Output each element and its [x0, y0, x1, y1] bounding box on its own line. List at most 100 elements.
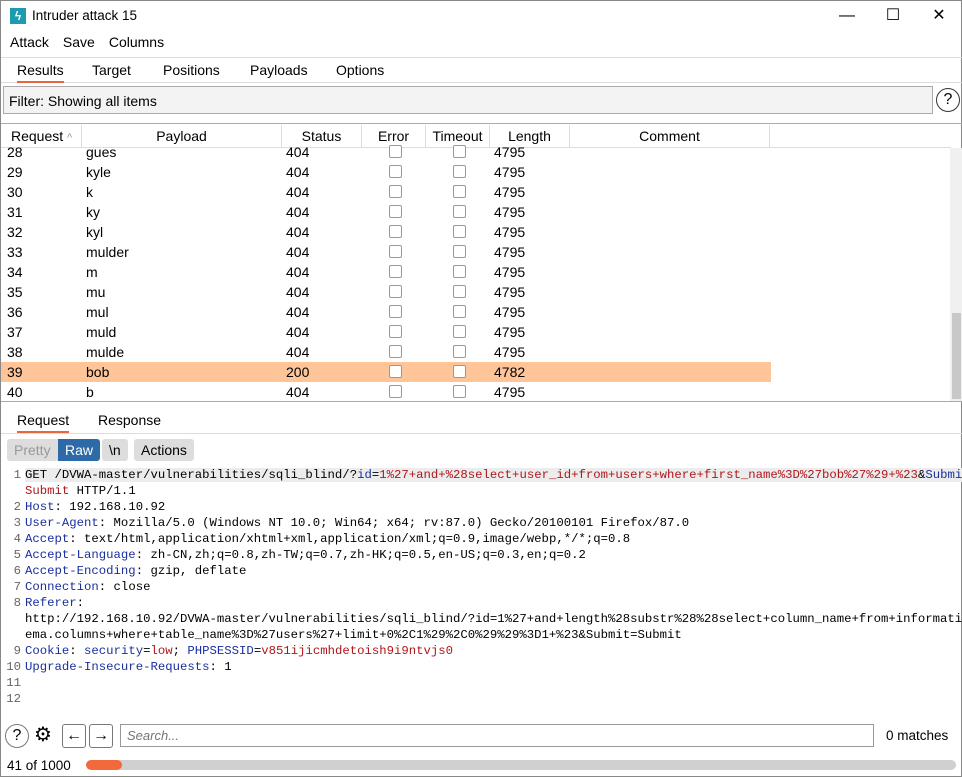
- menu-save[interactable]: Save: [63, 34, 95, 50]
- table-row[interactable]: 36 mul 404 4795: [1, 302, 771, 322]
- cell-payload: m: [86, 264, 98, 280]
- line-number: 5: [13, 548, 21, 562]
- tab-options[interactable]: Options: [336, 62, 384, 78]
- table-row[interactable]: 40 b 404 4795: [1, 382, 771, 401]
- maximize-button[interactable]: ☐: [870, 5, 916, 29]
- cell-request: 29: [7, 164, 23, 180]
- error-checkbox[interactable]: [389, 245, 402, 258]
- timeout-checkbox[interactable]: [453, 205, 466, 218]
- cell-request: 40: [7, 384, 23, 400]
- close-button[interactable]: ✕: [916, 5, 962, 29]
- error-checkbox[interactable]: [389, 145, 402, 158]
- line-number: 7: [13, 580, 21, 594]
- code-token: http://192.168.10.92/DVWA-master/vulnera…: [25, 612, 962, 626]
- filter-bar[interactable]: Filter: Showing all items: [3, 86, 933, 114]
- timeout-checkbox[interactable]: [453, 265, 466, 278]
- code-token: :: [76, 596, 85, 610]
- help-icon[interactable]: ?: [5, 724, 29, 748]
- tab-positions[interactable]: Positions: [163, 62, 220, 78]
- cell-status: 404: [286, 344, 310, 360]
- cell-length: 4795: [494, 284, 526, 300]
- code-line: GET /DVWA-master/vulnerabilities/sqli_bl…: [25, 468, 962, 482]
- timeout-checkbox[interactable]: [453, 225, 466, 238]
- table-row[interactable]: 39 bob 200 4782: [1, 362, 771, 382]
- cell-payload: gues: [86, 144, 117, 160]
- gear-icon[interactable]: ⚙: [31, 724, 55, 748]
- timeout-checkbox[interactable]: [453, 165, 466, 178]
- timeout-checkbox[interactable]: [453, 285, 466, 298]
- timeout-checkbox[interactable]: [453, 245, 466, 258]
- timeout-checkbox[interactable]: [453, 305, 466, 318]
- code-token: Submit: [25, 484, 70, 498]
- table-row[interactable]: 35 mu 404 4795: [1, 282, 771, 302]
- arrow-right-icon[interactable]: →: [89, 724, 113, 748]
- cell-payload: mu: [86, 284, 106, 300]
- table-row[interactable]: 31 ky 404 4795: [1, 202, 771, 222]
- raw-button[interactable]: Raw: [58, 439, 101, 461]
- table-row[interactable]: 32 kyl 404 4795: [1, 222, 771, 242]
- error-checkbox[interactable]: [389, 185, 402, 198]
- cell-request: 33: [7, 244, 23, 260]
- error-checkbox[interactable]: [389, 285, 402, 298]
- timeout-checkbox[interactable]: [453, 325, 466, 338]
- error-checkbox[interactable]: [389, 385, 402, 398]
- table-row[interactable]: 34 m 404 4795: [1, 262, 771, 282]
- timeout-checkbox[interactable]: [453, 345, 466, 358]
- request-editor[interactable]: 1 GET /DVWA-master/vulnerabilities/sqli_b…: [1, 467, 962, 715]
- table-row[interactable]: 38 mulde 404 4795: [1, 342, 771, 362]
- table-row[interactable]: 30 k 404 4795: [1, 182, 771, 202]
- timeout-checkbox[interactable]: [453, 365, 466, 378]
- cell-request: 36: [7, 304, 23, 320]
- error-checkbox[interactable]: [389, 365, 402, 378]
- code-line: http://192.168.10.92/DVWA-master/vulnera…: [25, 612, 962, 626]
- help-icon[interactable]: ?: [936, 88, 960, 112]
- error-checkbox[interactable]: [389, 265, 402, 278]
- cell-payload: ky: [86, 204, 100, 220]
- error-checkbox[interactable]: [389, 325, 402, 338]
- code-line: Connection: close: [25, 580, 150, 594]
- tab-response[interactable]: Response: [98, 412, 161, 428]
- timeout-checkbox[interactable]: [453, 185, 466, 198]
- error-checkbox[interactable]: [389, 205, 402, 218]
- timeout-checkbox[interactable]: [453, 145, 466, 158]
- pretty-button[interactable]: Pretty: [7, 439, 58, 461]
- tab-request[interactable]: Request: [17, 412, 70, 433]
- newline-toggle[interactable]: \n: [102, 439, 128, 461]
- tab-payloads[interactable]: Payloads: [250, 62, 308, 78]
- search-input[interactable]: [120, 724, 874, 747]
- timeout-checkbox[interactable]: [453, 385, 466, 398]
- error-checkbox[interactable]: [389, 165, 402, 178]
- tab-results[interactable]: Results: [17, 62, 64, 83]
- code-token: Accept-Language: [25, 548, 136, 562]
- code-line: Accept-Language: zh-CN,zh;q=0.8,zh-TW;q=…: [25, 548, 586, 562]
- menu-bar: Attack Save Columns: [1, 34, 169, 56]
- code-line: Upgrade-Insecure-Requests: 1: [25, 660, 232, 674]
- error-checkbox[interactable]: [389, 345, 402, 358]
- table-row[interactable]: 33 mulder 404 4795: [1, 242, 771, 262]
- code-token: : Mozilla/5.0 (Windows NT 10.0; Win64; x…: [98, 516, 690, 530]
- code-token: Upgrade-Insecure-Requests: [25, 660, 210, 674]
- table-row[interactable]: 28 gues 404 4795: [1, 142, 771, 162]
- scrollbar-thumb[interactable]: [952, 313, 961, 399]
- error-checkbox[interactable]: [389, 225, 402, 238]
- tab-target[interactable]: Target: [92, 62, 131, 78]
- code-token: id: [357, 468, 372, 482]
- minimize-button[interactable]: —: [824, 5, 870, 29]
- menu-attack[interactable]: Attack: [10, 34, 49, 50]
- cell-status: 404: [286, 304, 310, 320]
- line-number: 4: [13, 532, 21, 546]
- search-bar: ? ⚙ ← → 0 matches: [1, 721, 962, 751]
- actions-button[interactable]: Actions ⌄: [134, 439, 194, 480]
- cell-length: 4795: [494, 264, 526, 280]
- arrow-left-icon[interactable]: ←: [62, 724, 86, 748]
- code-token: HTTP/1.1: [69, 484, 136, 498]
- request-response-tabs: Request Response: [1, 408, 962, 434]
- code-token: security: [84, 644, 144, 658]
- cell-length: 4795: [494, 184, 526, 200]
- table-row[interactable]: 29 kyle 404 4795: [1, 162, 771, 182]
- error-checkbox[interactable]: [389, 305, 402, 318]
- menu-columns[interactable]: Columns: [109, 34, 164, 50]
- table-row[interactable]: 37 muld 404 4795: [1, 322, 771, 342]
- line-number: 10: [6, 660, 21, 674]
- cell-length: 4795: [494, 304, 526, 320]
